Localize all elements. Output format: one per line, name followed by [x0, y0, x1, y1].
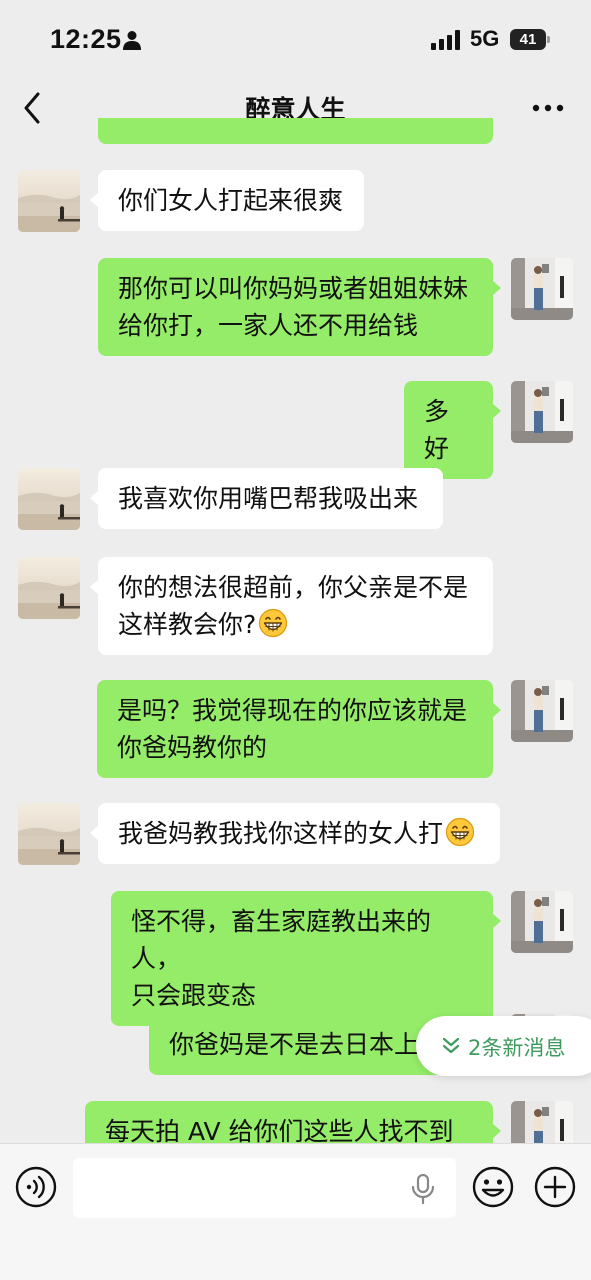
battery-level: 41 — [510, 29, 546, 50]
incoming-message-bubble[interactable]: 你们女人打起来很爽 — [98, 170, 364, 231]
message-text: 那你可以叫你妈妈或者姐姐妹妹 给你打，一家人还不用给钱 — [118, 274, 469, 340]
new-messages-label: 2条新消息 — [468, 1036, 566, 1060]
battery-cap — [547, 36, 550, 43]
outgoing-message-bubble[interactable]: 你爸妈是不是去日本上 — [149, 1014, 449, 1075]
person-icon — [123, 31, 141, 50]
outgoing-message-bubble[interactable]: 那你可以叫你妈妈或者姐姐妹妹 给你打，一家人还不用给钱 — [98, 258, 493, 356]
incoming-message-bubble[interactable]: 你的想法很超前，你父亲是不是 这样教会你? — [98, 557, 493, 655]
message-text: 你爸妈是不是去日本上 — [169, 1030, 420, 1059]
signal-icon — [431, 30, 460, 50]
self-avatar[interactable] — [511, 258, 573, 320]
status-bar: 12:25 5G 41 — [0, 0, 591, 80]
mic-icon[interactable] — [410, 1174, 436, 1204]
bubble-tail — [492, 1123, 501, 1139]
contact-avatar[interactable] — [18, 803, 80, 865]
voice-icon[interactable] — [15, 1166, 57, 1208]
self-avatar[interactable] — [511, 381, 573, 443]
emoji-icon[interactable] — [472, 1166, 514, 1208]
network-label: 5G — [470, 26, 500, 51]
bubble-tail — [492, 702, 501, 718]
message-bubble-clipped — [98, 118, 493, 144]
self-avatar[interactable] — [511, 891, 573, 953]
status-time: 12:25 — [50, 24, 122, 54]
contact-avatar[interactable] — [18, 468, 80, 530]
bubble-tail — [90, 579, 99, 595]
incoming-message-bubble[interactable]: 我爸妈教我找你这样的女人打 — [98, 803, 500, 864]
double-chevron-down-icon — [442, 1037, 460, 1054]
outgoing-message-bubble[interactable]: 多好 — [404, 381, 493, 479]
new-messages-button[interactable]: 2条新消息 — [416, 1016, 591, 1076]
outgoing-message-bubble[interactable]: 是吗？我觉得现在的你应该就是 你爸妈教你的 — [97, 680, 493, 778]
message-text: 你的想法很超前，你父亲是不是 这样教会你? — [118, 573, 469, 639]
bubble-tail — [492, 280, 501, 296]
battery-icon: 41 — [510, 29, 550, 50]
bubble-tail — [90, 192, 99, 208]
incoming-message-bubble[interactable]: 我喜欢你用嘴巴帮我吸出来 — [98, 468, 443, 529]
message-text: 我爸妈教我找你这样的女人打 — [118, 819, 444, 848]
message-text: 是吗？我觉得现在的你应该就是 你爸妈教你的 — [117, 696, 468, 762]
bubble-tail — [492, 913, 501, 929]
self-avatar[interactable] — [511, 680, 573, 742]
message-text: 怪不得，畜生家庭教出来的人， 只会跟变态 — [131, 907, 432, 1010]
more-icon[interactable] — [528, 90, 568, 126]
message-input[interactable] — [73, 1158, 456, 1218]
outgoing-message-bubble[interactable]: 怪不得，畜生家庭教出来的人， 只会跟变态 — [111, 891, 493, 1026]
chat-screen: 12:25 5G 41 醉意人生 你们女人打起来很爽 那你可以叫你妈妈或者姐姐妹… — [0, 0, 591, 1280]
bubble-tail — [90, 825, 99, 841]
contact-avatar[interactable] — [18, 557, 80, 619]
grin-emoji-icon — [445, 817, 475, 847]
input-bar — [0, 1143, 591, 1280]
message-text: 多好 — [424, 397, 450, 463]
bubble-tail — [90, 490, 99, 506]
grin-emoji-icon — [259, 608, 288, 638]
bubble-tail — [492, 403, 501, 419]
plus-icon[interactable] — [534, 1166, 576, 1208]
message-text: 你们女人打起来很爽 — [118, 186, 344, 215]
message-text: 我喜欢你用嘴巴帮我吸出来 — [118, 484, 419, 513]
contact-avatar[interactable] — [18, 170, 80, 232]
